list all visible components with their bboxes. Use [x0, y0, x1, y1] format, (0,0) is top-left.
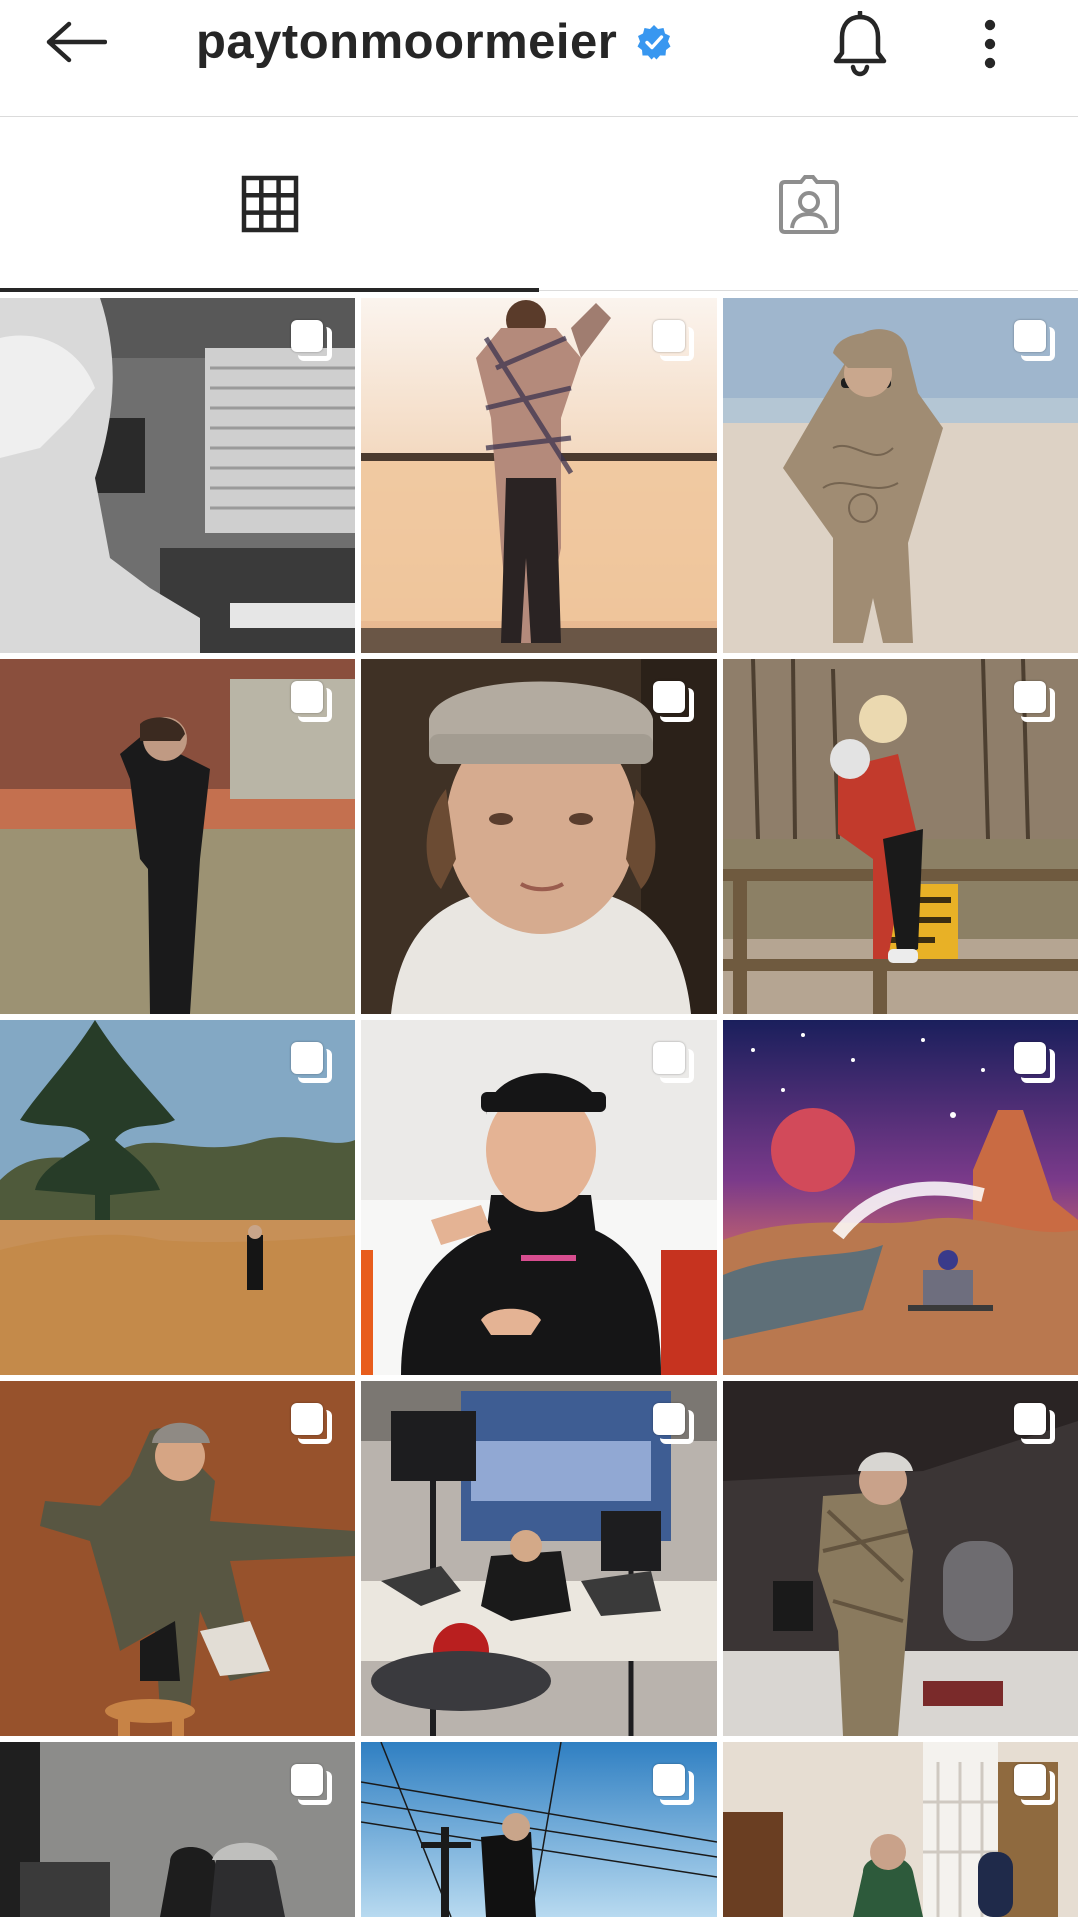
- post-thumbnail[interactable]: [0, 1381, 355, 1736]
- profile-header: paytonmoormeier: [0, 0, 1078, 117]
- post-thumbnail[interactable]: [0, 1020, 355, 1375]
- more-options-button[interactable]: [960, 4, 1020, 84]
- multiple-posts-icon: [291, 1042, 333, 1084]
- tagged-user-icon: [778, 175, 839, 234]
- post-thumbnail[interactable]: [361, 1381, 717, 1736]
- multiple-posts-icon: [653, 1403, 695, 1445]
- post-thumbnail[interactable]: [723, 1020, 1078, 1375]
- post-thumbnail[interactable]: [361, 659, 717, 1014]
- profile-tabs: [0, 118, 1078, 292]
- back-button[interactable]: [40, 10, 112, 74]
- multiple-posts-icon: [653, 681, 695, 723]
- grid-icon: [241, 175, 298, 233]
- header-title: paytonmoormeier: [196, 6, 673, 78]
- post-thumbnail[interactable]: [0, 659, 355, 1014]
- multiple-posts-icon: [1014, 1764, 1056, 1806]
- notifications-button[interactable]: [820, 4, 900, 84]
- post-thumbnail[interactable]: [0, 1742, 355, 1917]
- tab-posts-grid[interactable]: [0, 118, 539, 292]
- post-thumbnail[interactable]: [361, 1742, 717, 1917]
- bell-icon: [833, 11, 887, 77]
- post-thumbnail[interactable]: [361, 1020, 717, 1375]
- verified-badge-icon: [635, 23, 673, 61]
- multiple-posts-icon: [1014, 1042, 1056, 1084]
- multiple-posts-icon: [1014, 1403, 1056, 1445]
- multiple-posts-icon: [291, 1764, 333, 1806]
- multiple-posts-icon: [653, 1764, 695, 1806]
- more-vertical-icon: [984, 19, 996, 69]
- multiple-posts-icon: [653, 320, 695, 362]
- multiple-posts-icon: [291, 681, 333, 723]
- multiple-posts-icon: [291, 320, 333, 362]
- multiple-posts-icon: [291, 1403, 333, 1445]
- multiple-posts-icon: [1014, 681, 1056, 723]
- profile-username: paytonmoormeier: [196, 15, 618, 69]
- arrow-left-icon: [46, 21, 107, 63]
- tab-tagged[interactable]: [539, 118, 1078, 290]
- post-thumbnail[interactable]: [361, 298, 717, 653]
- post-thumbnail[interactable]: [723, 1742, 1078, 1917]
- post-thumbnail[interactable]: [723, 1381, 1078, 1736]
- post-thumbnail[interactable]: [0, 298, 355, 653]
- active-tab-indicator: [0, 288, 539, 292]
- post-thumbnail[interactable]: [723, 659, 1078, 1014]
- multiple-posts-icon: [1014, 320, 1056, 362]
- multiple-posts-icon: [653, 1042, 695, 1084]
- post-thumbnail[interactable]: [723, 298, 1078, 653]
- posts-grid: [0, 298, 1078, 1917]
